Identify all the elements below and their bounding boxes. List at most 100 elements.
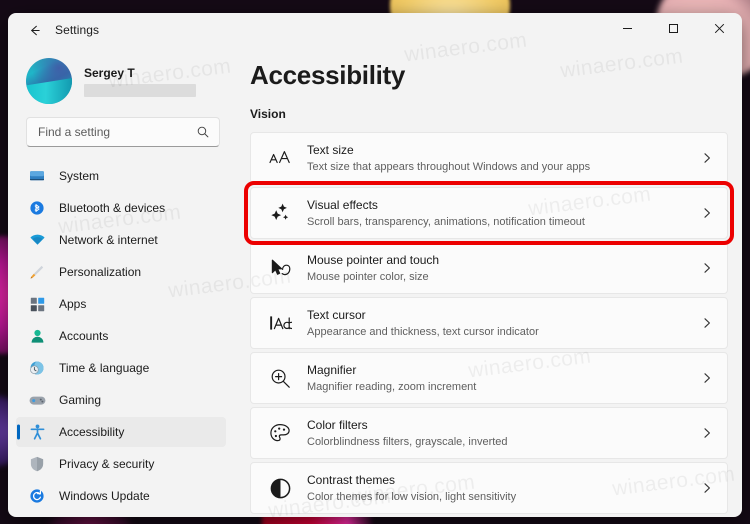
arrow-left-icon [27,23,42,38]
card-subtitle: Color themes for low vision, light sensi… [307,490,517,503]
card-title: Contrast themes [307,472,396,487]
sidebar-item-privacy-security[interactable]: Privacy & security [16,449,226,479]
chevron-right-icon[interactable] [701,482,713,494]
sidebar-item-label: Bluetooth & devices [59,201,166,215]
bluetooth-icon [28,199,46,217]
sidebar-item-apps[interactable]: Apps [16,289,226,319]
avatar [26,58,72,104]
card-title: Mouse pointer and touch [307,252,440,267]
chevron-right-icon[interactable] [701,262,713,274]
settings-card-visual-effects[interactable]: Visual effects Scroll bars, transparency… [244,181,734,245]
sidebar-item-accounts[interactable]: Accounts [16,321,226,351]
card-subtitle: Scroll bars, transparency, animations, n… [307,215,585,228]
sidebar-item-label: Accessibility [59,425,125,439]
minimize-icon [622,21,633,39]
text-cursor-icon [267,310,293,336]
chevron-right-icon[interactable] [701,152,713,164]
settings-window: Settings Sergey T Find a setting System … [8,13,742,517]
settings-card-text-size[interactable]: Text size Text size that appears through… [250,132,728,184]
monitor-icon [28,167,46,185]
paintbrush-icon [28,263,46,281]
card-subtitle: Mouse pointer color, size [307,270,429,283]
settings-card-magnifier[interactable]: Magnifier Magnifier reading, zoom increm… [250,352,728,404]
account-section[interactable]: Sergey T [8,47,236,109]
clock-globe-icon [28,359,46,377]
account-text: Sergey T [84,66,196,97]
app-title: Settings [55,23,100,37]
card-subtitle: Text size that appears throughout Window… [307,160,591,173]
card-text: Contrast themes Color themes for low vis… [307,473,693,504]
maximize-icon [668,21,679,39]
person-icon [28,327,46,345]
magnifier-icon [267,365,293,391]
chevron-right-icon[interactable] [701,372,713,384]
card-text: Mouse pointer and touch Mouse pointer co… [307,253,693,284]
settings-card-color-filters[interactable]: Color filters Colorblindness filters, gr… [250,407,728,459]
sidebar-item-label: Personalization [59,265,142,279]
card-text: Visual effects Scroll bars, transparency… [307,198,693,229]
card-text: Magnifier Magnifier reading, zoom increm… [307,363,693,394]
sidebar-item-label: Apps [59,297,87,311]
search-box[interactable] [26,117,220,147]
group-label-vision: Vision [250,107,286,121]
sidebar-item-label: System [59,169,100,183]
sidebar-item-network-internet[interactable]: Network & internet [16,225,226,255]
sidebar-item-label: Privacy & security [59,457,155,471]
main-content: Accessibility Vision Text size Text size… [236,47,742,517]
card-title: Visual effects [307,197,378,212]
title-bar: Settings [8,13,742,47]
settings-card-mouse-pointer-and-touch[interactable]: Mouse pointer and touch Mouse pointer co… [250,242,728,294]
minimize-button[interactable] [604,13,650,47]
contrast-circle-icon [267,475,293,501]
sidebar-item-bluetooth-devices[interactable]: Bluetooth & devices [16,193,226,223]
close-icon [714,21,725,39]
card-subtitle: Appearance and thickness, text cursor in… [307,325,539,338]
sidebar-item-accessibility[interactable]: Accessibility [16,417,226,447]
card-title: Text size [307,142,354,157]
sidebar: Sergey T Find a setting System Bluetooth… [8,47,236,517]
back-button[interactable] [19,17,49,43]
sidebar-item-windows-update[interactable]: Windows Update [16,481,226,511]
card-text: Text size Text size that appears through… [307,143,693,174]
sidebar-item-label: Gaming [59,393,102,407]
sidebar-nav: System Bluetooth & devices Network & int… [8,161,236,511]
sidebar-item-personalization[interactable]: Personalization [16,257,226,287]
apps-grid-icon [28,295,46,313]
window-controls [604,13,742,47]
card-title: Text cursor [307,307,366,322]
card-title: Color filters [307,417,368,432]
chevron-right-icon[interactable] [701,317,713,329]
close-button[interactable] [696,13,742,47]
maximize-button[interactable] [650,13,696,47]
sidebar-item-label: Time & language [59,361,150,375]
window-body: Sergey T Find a setting System Bluetooth… [8,47,742,517]
shield-icon [28,455,46,473]
settings-card-list: Text size Text size that appears through… [244,129,734,517]
sparkle-icon [267,200,293,226]
sidebar-item-system[interactable]: System [16,161,226,191]
update-refresh-icon [28,487,46,505]
sidebar-item-label: Accounts [59,329,109,343]
color-palette-icon [267,420,293,446]
card-text: Text cursor Appearance and thickness, te… [307,308,693,339]
account-name: Sergey T [84,65,135,80]
page-title: Accessibility [250,60,406,90]
chevron-right-icon[interactable] [701,427,713,439]
card-subtitle: Colorblindness filters, grayscale, inver… [307,435,508,448]
sidebar-item-gaming[interactable]: Gaming [16,385,226,415]
card-subtitle: Magnifier reading, zoom increment [307,380,477,393]
card-text: Color filters Colorblindness filters, gr… [307,418,693,449]
sidebar-item-time-language[interactable]: Time & language [16,353,226,383]
accessibility-person-icon [28,423,46,441]
settings-card-text-cursor[interactable]: Text cursor Appearance and thickness, te… [250,297,728,349]
search-input[interactable] [38,125,196,139]
sidebar-item-label: Windows Update [59,489,150,503]
text-size-icon [267,145,293,171]
mouse-pointer-icon [267,255,293,281]
settings-card-contrast-themes[interactable]: Contrast themes Color themes for low vis… [250,462,728,514]
gamepad-icon [28,391,46,409]
sidebar-item-label: Network & internet [59,233,158,247]
chevron-right-icon[interactable] [701,207,713,219]
wifi-icon [28,231,46,249]
search-icon [196,125,210,139]
